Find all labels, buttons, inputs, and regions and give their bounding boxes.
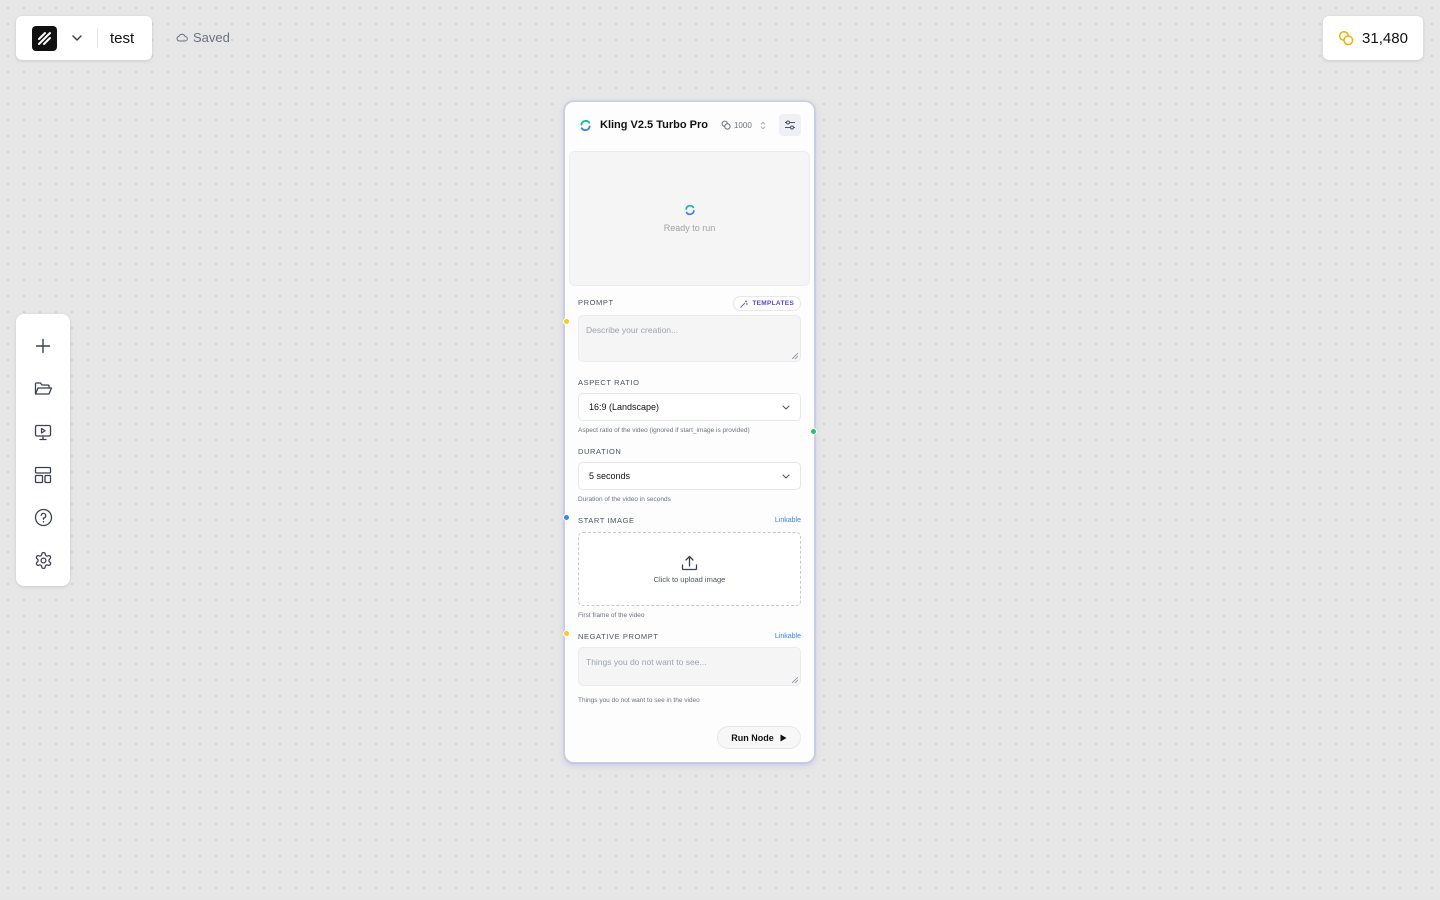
refresh-icon xyxy=(684,204,695,216)
duration-select[interactable]: 5 seconds xyxy=(578,462,801,490)
present-button[interactable] xyxy=(25,415,61,450)
node-title: Kling V2.5 Turbo Pro xyxy=(600,119,708,131)
cloud-icon xyxy=(176,33,188,42)
stepper-icon[interactable] xyxy=(760,121,766,130)
run-node-button[interactable]: Run Node xyxy=(717,726,801,749)
help-button[interactable] xyxy=(25,500,61,535)
gear-icon xyxy=(35,551,51,570)
negative-prompt-input-handle[interactable] xyxy=(563,630,570,637)
refresh-icon xyxy=(580,119,591,131)
credits-display[interactable]: 31,480 xyxy=(1323,16,1423,60)
settings-button[interactable] xyxy=(25,543,61,578)
aspect-ratio-hint: Aspect ratio of the video (ignored if st… xyxy=(578,427,750,434)
aspect-ratio-select[interactable]: 16:9 (Landscape) xyxy=(578,393,801,421)
open-project-button[interactable] xyxy=(25,372,61,407)
start-image-hint: First frame of the video xyxy=(578,612,645,619)
chevron-down-icon xyxy=(782,474,790,479)
duration-label: DURATION xyxy=(578,447,622,456)
help-circle-icon xyxy=(34,509,52,527)
templates-button[interactable] xyxy=(25,457,61,492)
video-output-handle[interactable] xyxy=(810,428,817,435)
start-image-linkable[interactable]: Linkable xyxy=(775,517,801,524)
negative-prompt-input[interactable]: Things you do not want to see... xyxy=(578,647,801,686)
credits-amount: 31,480 xyxy=(1362,29,1408,47)
left-toolbar xyxy=(16,314,70,586)
folder-open-icon xyxy=(34,382,52,395)
play-icon xyxy=(780,734,787,741)
model-node[interactable]: Kling V2.5 Turbo Pro 1000 Ready to run P… xyxy=(564,101,815,763)
node-header: Kling V2.5 Turbo Pro 1000 xyxy=(565,102,814,148)
app-logo[interactable] xyxy=(32,25,57,51)
project-name[interactable]: test xyxy=(110,30,134,47)
preview-status: Ready to run xyxy=(663,223,716,233)
magic-wand-icon xyxy=(740,299,749,308)
save-status-label: Saved xyxy=(193,30,230,45)
cost-control[interactable]: 1000 xyxy=(721,120,766,130)
negative-prompt-label: NEGATIVE PROMPT xyxy=(578,632,659,641)
prompt-input-handle[interactable] xyxy=(563,318,570,325)
duration-value: 5 seconds xyxy=(589,471,631,481)
upload-text: Click to upload image xyxy=(653,574,726,584)
resize-grip-icon[interactable] xyxy=(792,353,798,359)
upload-icon xyxy=(681,555,698,570)
templates-button[interactable]: TEMPLATES xyxy=(733,296,801,311)
coins-icon xyxy=(721,120,731,130)
duration-hint: Duration of the video in seconds xyxy=(578,496,671,503)
chevron-down-icon xyxy=(782,405,790,410)
resize-grip-icon[interactable] xyxy=(792,677,798,683)
add-node-button[interactable] xyxy=(25,329,61,364)
output-preview: Ready to run xyxy=(569,151,810,286)
logo-icon xyxy=(38,31,51,45)
plus-icon xyxy=(35,339,51,354)
negative-prompt-linkable[interactable]: Linkable xyxy=(775,633,801,640)
divider xyxy=(97,28,98,48)
project-bar: test xyxy=(16,16,152,60)
negative-prompt-placeholder: Things you do not want to see... xyxy=(586,657,707,667)
node-settings-button[interactable] xyxy=(779,114,801,136)
prompt-placeholder: Describe your creation... xyxy=(586,325,679,335)
aspect-ratio-value: 16:9 (Landscape) xyxy=(589,402,660,412)
prompt-input[interactable]: Describe your creation... xyxy=(578,315,801,362)
sliders-icon xyxy=(785,120,795,130)
project-menu-chevron-icon[interactable] xyxy=(70,31,84,45)
prompt-label: PROMPT xyxy=(578,298,614,307)
start-image-label: START IMAGE xyxy=(578,516,635,525)
save-status: Saved xyxy=(176,30,230,45)
presentation-play-icon xyxy=(34,424,52,440)
negative-prompt-hint: Things you do not want to see in the vid… xyxy=(578,697,700,704)
coins-icon xyxy=(1338,30,1354,46)
templates-label: TEMPLATES xyxy=(752,300,794,307)
run-node-label: Run Node xyxy=(731,732,774,743)
start-image-input-handle[interactable] xyxy=(563,514,570,521)
layout-template-icon xyxy=(34,466,52,484)
cost-value: 1000 xyxy=(733,120,752,130)
aspect-ratio-label: ASPECT RATIO xyxy=(578,378,640,387)
start-image-upload[interactable]: Click to upload image xyxy=(578,532,801,606)
